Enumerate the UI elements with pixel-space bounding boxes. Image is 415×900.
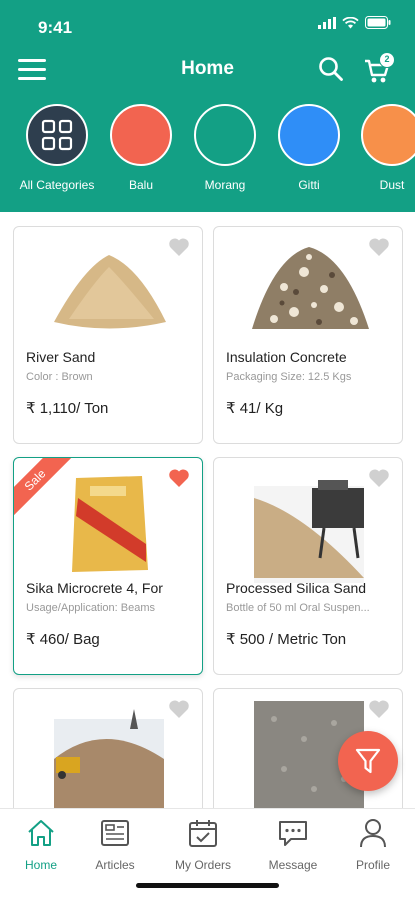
product-detail: Packaging Size: 12.5 Kgs [226,371,352,383]
search-icon [319,57,343,81]
tab-label: Message [268,858,318,872]
status-icons [318,16,391,29]
heart-icon [369,700,389,718]
product-name: Processed Silica Sand [226,580,367,596]
product-detail: Bottle of 50 ml Oral Suspen... [226,602,370,614]
top-bar: Home 2 [0,52,415,88]
favorite-button[interactable] [368,237,390,257]
tab-my-orders[interactable]: My Orders [163,817,243,872]
category-dust[interactable]: Dust [352,104,415,192]
product-card[interactable]: Insulation Concrete Packaging Size: 12.5… [213,226,403,444]
favorite-button[interactable] [168,237,190,257]
category-circle [361,104,415,166]
articles-icon [101,820,129,846]
product-card[interactable]: Processed Silica Sand Bottle of 50 ml Or… [213,457,403,675]
product-detail: Usage/Application: Beams [26,602,156,614]
category-label: Gitti [298,178,320,192]
calendar-check-icon [189,820,217,847]
favorite-button[interactable] [368,468,390,488]
battery-icon [365,16,391,29]
tab-home[interactable]: Home [1,817,81,872]
product-name: Sika Microcrete 4, For [26,580,163,596]
product-name: Insulation Concrete [226,349,347,365]
product-card[interactable]: River Sand Color : Brown ₹ 1,110/ Ton [13,226,203,444]
heart-icon [169,700,189,718]
page-title: Home [181,58,234,79]
category-label: All Categories [19,178,95,192]
product-price: ₹ 41/ Kg [226,400,284,417]
favorite-button[interactable] [168,699,190,719]
status-time: 9:41 [38,18,73,37]
sale-ribbon: Sale [14,458,74,518]
product-detail: Color : Brown [26,371,93,383]
category-strip[interactable]: All Categories Balu Morang Gitti Dust [0,104,415,204]
category-circle [26,104,88,166]
heart-icon [369,469,389,487]
wifi-icon [342,16,359,28]
filter-button[interactable] [338,731,398,791]
heart-icon [369,238,389,256]
category-circle [194,104,256,166]
product-price: ₹ 500 / Metric Ton [226,631,347,648]
cart-count-badge: 2 [379,52,395,68]
category-balu[interactable]: Balu [101,104,181,192]
grid-icon [41,119,73,151]
home-icon [28,820,54,846]
category-all[interactable]: All Categories [17,104,97,192]
product-card[interactable]: Sale Sika Microcrete 4, For Usage/Applic… [13,457,203,675]
category-circle [110,104,172,166]
product-price: ₹ 460/ Bag [26,631,100,648]
favorite-button[interactable] [168,468,190,488]
tab-label: My Orders [174,858,231,872]
category-label: Morang [204,178,246,192]
search-button[interactable] [318,56,344,82]
tab-label: Articles [95,858,135,872]
tab-label: Profile [355,858,390,872]
heart-icon [169,469,189,487]
category-morang[interactable]: Morang [185,104,265,192]
heart-icon [169,238,189,256]
tab-label: Home [24,858,57,872]
filter-icon [355,748,381,774]
tab-message[interactable]: Message [253,817,333,872]
message-icon [279,821,307,846]
favorite-button[interactable] [368,699,390,719]
category-gitti[interactable]: Gitti [269,104,349,192]
status-bar: 9:41 [0,0,415,54]
product-name: River Sand [26,349,96,365]
sale-label: Sale [14,458,74,518]
tab-articles[interactable]: Articles [75,817,155,872]
cart-button[interactable]: 2 [364,52,398,84]
profile-icon [360,819,386,848]
home-indicator [136,883,279,888]
tab-profile[interactable]: Profile [333,817,413,872]
category-circle [278,104,340,166]
product-price: ₹ 1,110/ Ton [26,400,109,417]
signal-icon [318,16,336,29]
app-header: 9:41 Home 2 All Categories Balu Morang G… [0,0,415,212]
category-label: Balu [128,178,154,192]
category-label: Dust [379,178,405,192]
